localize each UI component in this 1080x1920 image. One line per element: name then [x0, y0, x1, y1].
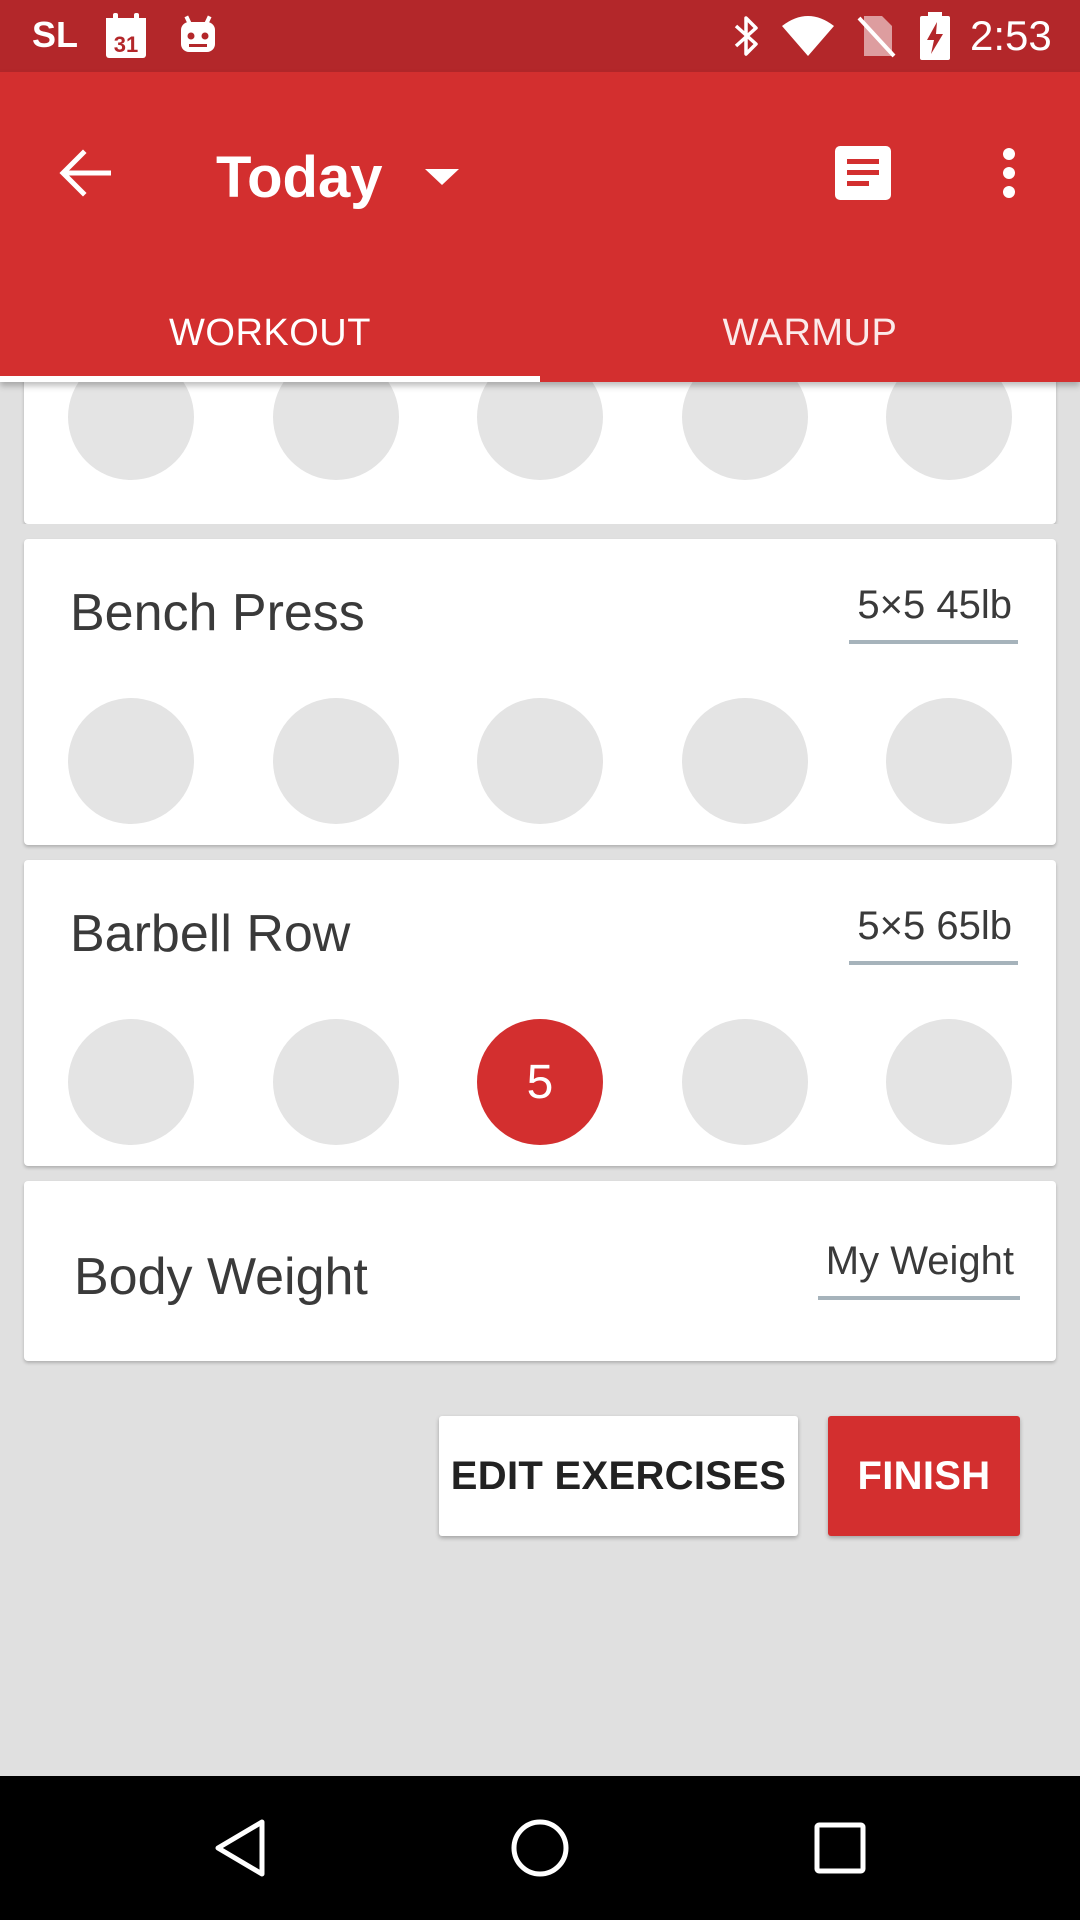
notes-button[interactable]	[818, 128, 908, 218]
bluetooth-icon	[734, 16, 758, 56]
scrolled-card-clip	[0, 382, 1080, 524]
exercise-card-barbell-row: Barbell Row 5×5 65lb 5	[24, 860, 1056, 1166]
date-selector[interactable]: Today	[216, 132, 459, 222]
set-circles	[68, 698, 1012, 824]
nav-back-icon	[215, 1819, 265, 1877]
no-sim-icon	[857, 16, 896, 58]
set-circles	[68, 382, 1012, 480]
back-button[interactable]	[40, 128, 130, 218]
set-circle[interactable]	[68, 1019, 194, 1145]
set-circle[interactable]	[886, 698, 1012, 824]
android-icon	[181, 15, 215, 52]
carrier-label: SL	[32, 14, 79, 55]
exercise-weight-field[interactable]: 5×5 65lb	[849, 904, 1018, 965]
tab-workout[interactable]: WORKOUT	[0, 284, 540, 382]
clock: 2:53	[970, 12, 1052, 59]
app-bar: Today WORKOUT WARMUP	[0, 72, 1080, 382]
set-circle[interactable]	[68, 698, 194, 824]
nav-recents-icon	[814, 1822, 866, 1874]
more-options-button[interactable]	[964, 128, 1054, 218]
tab-warmup[interactable]: WARMUP	[540, 284, 1080, 382]
system-nav-bar	[0, 1776, 1080, 1920]
battery-charging-icon	[920, 12, 950, 60]
exercise-name: Barbell Row	[70, 905, 351, 963]
wifi-icon	[782, 16, 834, 56]
set-circle[interactable]	[272, 382, 399, 480]
body-weight-card: Body Weight My Weight	[24, 1181, 1056, 1361]
set-circle[interactable]	[272, 1019, 399, 1145]
set-circle[interactable]	[681, 382, 808, 480]
dropdown-caret-icon	[424, 169, 459, 185]
set-circle[interactable]	[681, 698, 808, 824]
set-circle[interactable]	[477, 698, 603, 824]
tab-bar: WORKOUT WARMUP	[0, 284, 1080, 382]
back-arrow-icon	[59, 149, 111, 197]
set-circle[interactable]	[886, 382, 1012, 480]
nav-recents-button[interactable]	[790, 1798, 890, 1898]
set-circle[interactable]	[68, 382, 194, 480]
exercise-name: Bench Press	[70, 584, 365, 642]
notes-icon	[835, 146, 891, 200]
exercise-card-previous	[24, 382, 1056, 524]
set-circle[interactable]	[477, 382, 603, 480]
set-circle-completed[interactable]: 5	[477, 1019, 603, 1145]
body-weight-label: Body Weight	[74, 1248, 368, 1306]
nav-home-icon	[511, 1819, 569, 1877]
calendar-icon: 31	[106, 13, 146, 58]
set-circles: 5	[68, 1019, 1012, 1145]
status-bar: SL 31 2:53	[0, 0, 1080, 72]
exercise-card-bench-press: Bench Press 5×5 45lb	[24, 539, 1056, 845]
edit-exercises-button[interactable]: EDIT EXERCISES	[439, 1416, 798, 1536]
set-circle[interactable]	[272, 698, 399, 824]
svg-text:31: 31	[114, 32, 138, 57]
set-circle[interactable]	[886, 1019, 1012, 1145]
nav-home-button[interactable]	[490, 1798, 590, 1898]
finish-button[interactable]: FINISH	[828, 1416, 1020, 1536]
page-title: Today	[216, 144, 383, 210]
more-vert-icon	[1003, 148, 1015, 198]
set-circle[interactable]	[681, 1019, 808, 1145]
body-weight-field[interactable]: My Weight	[817, 1239, 1020, 1300]
nav-back-button[interactable]	[190, 1798, 290, 1898]
exercise-weight-field[interactable]: 5×5 45lb	[849, 583, 1018, 644]
